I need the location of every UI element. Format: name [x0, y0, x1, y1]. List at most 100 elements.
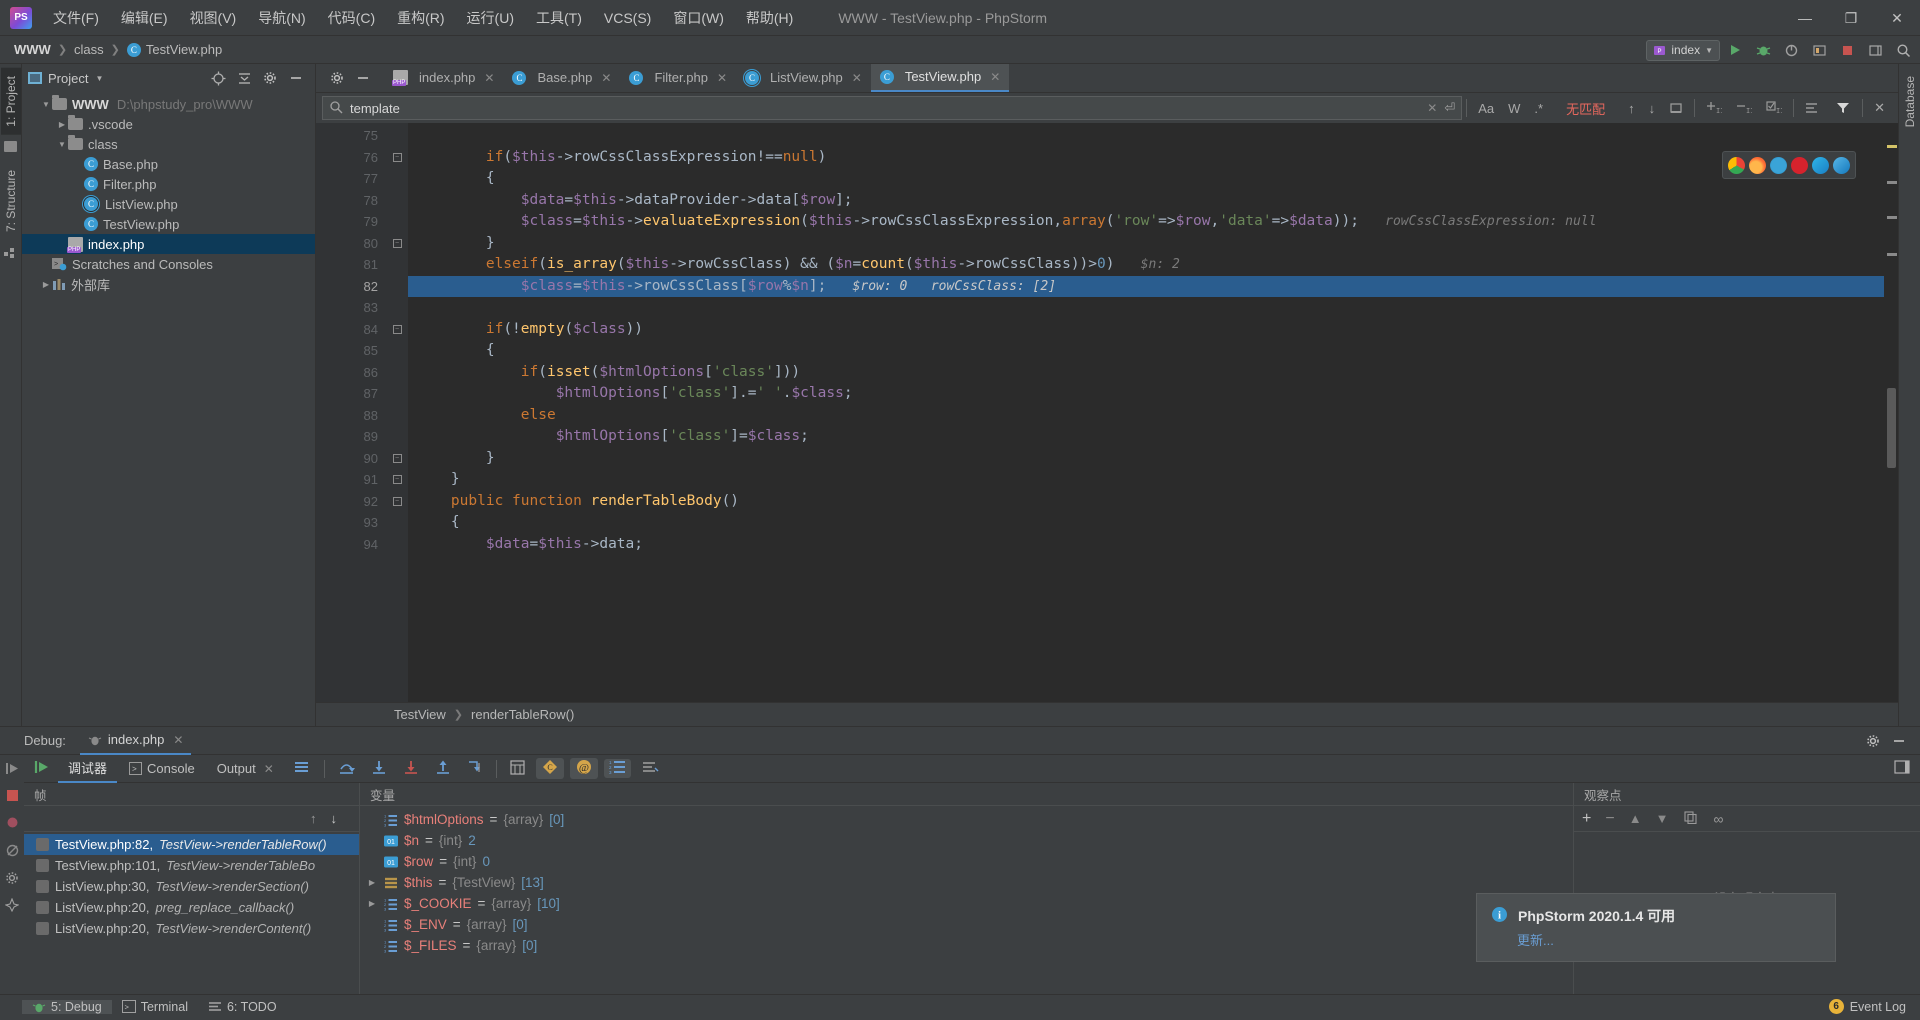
debug-button[interactable] [1750, 38, 1776, 62]
at-icon[interactable]: @ [569, 758, 598, 779]
breadcrumb-project[interactable]: WWW [14, 42, 51, 57]
add-selection-icon[interactable]: II [1699, 96, 1729, 120]
code-line[interactable]: if(!empty($class)) [408, 319, 1884, 341]
variables-list[interactable]: 1 2 3 $htmlOptions = {array} [0] 01 $n = {int} 2 01 $… [360, 806, 1573, 994]
close-button[interactable]: ✕ [1874, 0, 1920, 36]
menu-run[interactable]: 运行(U) [456, 3, 525, 33]
fold-marker[interactable]: − [386, 147, 408, 169]
variable-row[interactable]: ▶ 1 2 3 $_COOKIE = {array} [10] [360, 893, 1573, 914]
search-everywhere-icon[interactable] [1890, 38, 1916, 62]
menu-edit[interactable]: 编辑(E) [110, 3, 179, 33]
stop-button[interactable] [1834, 38, 1860, 62]
add-watch-icon[interactable]: + [1582, 810, 1591, 828]
code-line[interactable]: { [408, 340, 1884, 362]
frame-row[interactable]: ListView.php:20, TestView->renderContent(… [24, 918, 359, 939]
menu-window[interactable]: 窗口(W) [662, 3, 735, 33]
browser-preview-toolbar[interactable] [1722, 151, 1856, 179]
close-icon[interactable]: ✕ [717, 71, 727, 85]
step-resume-icon[interactable] [28, 759, 56, 778]
code-line[interactable] [408, 297, 1884, 319]
editor-tab-listview-php[interactable]: C ListView.php ✕ [736, 63, 871, 92]
debug-tab-console[interactable]: > Console [119, 757, 205, 780]
variable-row[interactable]: 01 $n = {int} 2 [360, 830, 1573, 851]
move-up-icon[interactable]: ▲ [1621, 811, 1642, 826]
expand-arrow-icon[interactable]: ▶ [40, 280, 52, 289]
editor-tab-index-php[interactable]: index.php ✕ [384, 63, 503, 92]
expand-arrow-icon[interactable]: ▶ [366, 878, 378, 887]
attach-debugger-button[interactable] [1778, 38, 1804, 62]
multiline-toggle-icon[interactable]: ⏎ [1444, 100, 1455, 116]
tool-tab-structure[interactable]: 7: Structure [1, 162, 21, 240]
fold-marker[interactable]: − [386, 448, 408, 470]
code-line[interactable]: $data=$this->data; [408, 534, 1884, 556]
list-numbers-icon[interactable]: 123 [603, 759, 631, 778]
code-line[interactable]: else [408, 405, 1884, 427]
breadcrumb-method[interactable]: renderTableRow() [471, 707, 574, 722]
menu-help[interactable]: 帮助(H) [735, 3, 804, 33]
find-input[interactable] [350, 100, 1418, 116]
fold-marker[interactable]: − [386, 469, 408, 491]
code-line[interactable]: } [408, 469, 1884, 491]
frame-row[interactable]: ListView.php:30, TestView->renderSection(… [24, 876, 359, 897]
expand-arrow-icon[interactable]: ▶ [366, 899, 378, 908]
firefox-icon[interactable] [1749, 156, 1766, 174]
frame-row[interactable]: TestView.php:82, TestView->renderTableRow… [24, 834, 359, 855]
code-line[interactable]: { [408, 168, 1884, 190]
step-out-icon[interactable] [428, 760, 458, 778]
menu-tools[interactable]: 工具(T) [525, 3, 593, 33]
remove-watch-icon[interactable]: − [1597, 810, 1614, 828]
debug-settings2-icon[interactable] [635, 760, 666, 778]
code-line[interactable]: } [408, 233, 1884, 255]
resume-program-icon[interactable] [5, 761, 20, 779]
editor-tab-filter-php[interactable]: C Filter.php ✕ [620, 63, 736, 92]
close-icon[interactable]: ✕ [852, 71, 862, 85]
frames-list[interactable]: TestView.php:82, TestView->renderTableRow… [24, 832, 359, 994]
code-content[interactable]: if($this->rowCssClassExpression!==null) … [408, 123, 1884, 702]
code-line[interactable]: public function renderTableBody() [408, 491, 1884, 513]
debug-tab-debugger[interactable]: 调试器 [58, 754, 118, 783]
code-line[interactable]: if(isset($htmlOptions['class'])) [408, 362, 1884, 384]
tree-item-listview-php[interactable]: C ListView.php [22, 194, 315, 214]
view-breakpoints-icon[interactable] [5, 815, 20, 833]
event-log-button[interactable]: 6 Event Log [1828, 999, 1920, 1014]
breadcrumb-class[interactable]: TestView [394, 707, 446, 722]
regex-toggle[interactable]: .* [1527, 96, 1550, 120]
frame-row[interactable]: TestView.php:101, TestView->renderTableBo [24, 855, 359, 876]
variable-row[interactable]: 1 2 3 $htmlOptions = {array} [0] [360, 809, 1573, 830]
bottom-tab-debug[interactable]: 5: Debug [22, 999, 112, 1014]
close-icon[interactable]: ✕ [990, 70, 1000, 84]
fold-marker[interactable]: − [386, 491, 408, 513]
debug-tab-output[interactable]: Output ✕ [207, 757, 284, 780]
fold-marker[interactable]: − [386, 319, 408, 341]
settings-gear-icon[interactable] [257, 66, 283, 90]
menu-view[interactable]: 视图(V) [179, 3, 248, 33]
step-into-icon[interactable] [364, 760, 394, 778]
frame-up-icon[interactable]: ↑ [310, 811, 317, 826]
ie-icon[interactable] [1833, 156, 1850, 174]
force-step-into-icon[interactable] [396, 760, 426, 778]
frame-row[interactable]: ListView.php:20, preg_replace_callback() [24, 897, 359, 918]
tree-item-index-php[interactable]: index.php [22, 234, 315, 254]
search-icon[interactable] [329, 100, 343, 117]
move-down-icon[interactable]: ▼ [1648, 811, 1669, 826]
tree-item-filter-php[interactable]: C Filter.php [22, 174, 315, 194]
match-case-toggle[interactable]: Aa [1471, 96, 1501, 120]
coverage-button[interactable] [1806, 38, 1832, 62]
code-line[interactable]: elseif(is_array($this->rowCssClass) && (… [408, 254, 1884, 276]
code-line[interactable]: $htmlOptions['class'].=' '.$class; [408, 383, 1884, 405]
chrome-icon[interactable] [1728, 156, 1745, 174]
step-over-icon[interactable] [331, 760, 362, 778]
code-editor[interactable]: 75 76 77 78 79 80 81 82 83 84 85 86 87 88 89 90 91 92 93 94… [316, 123, 1898, 702]
menu-file[interactable]: 文件(F) [42, 3, 110, 33]
words-toggle[interactable]: W [1501, 96, 1527, 120]
notification-update-link[interactable]: 更新... [1517, 930, 1821, 949]
opera-icon[interactable] [1791, 156, 1808, 174]
code-line[interactable]: } [408, 448, 1884, 470]
remove-selection-icon[interactable]: II [1729, 96, 1759, 120]
code-line[interactable]: $data=$this->dataProvider->data[$row]; [408, 190, 1884, 212]
tree-item-scratches[interactable]: > Scratches and Consoles [22, 254, 315, 274]
bottom-tab-terminal[interactable]: > Terminal [112, 1000, 198, 1014]
debug-settings-gear-icon[interactable] [1860, 729, 1886, 753]
select-all-occurrences-icon[interactable] [1662, 96, 1690, 120]
close-icon[interactable]: ✕ [601, 71, 611, 85]
